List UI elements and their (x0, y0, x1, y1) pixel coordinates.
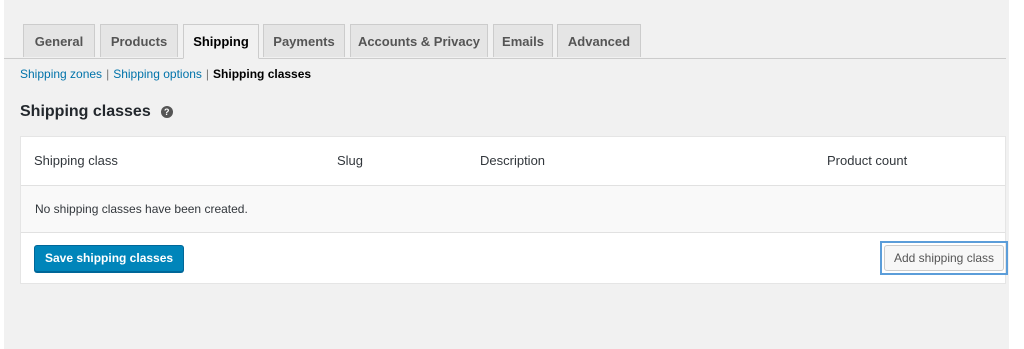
tab-general[interactable]: General (23, 24, 95, 57)
subnav-shipping-options-link[interactable]: Shipping options (113, 67, 202, 81)
tab-advanced[interactable]: Advanced (557, 24, 641, 57)
page-title: Shipping classes (20, 103, 151, 120)
subnav-shipping-classes-current: Shipping classes (213, 67, 312, 81)
tab-products[interactable]: Products (100, 24, 178, 57)
subnav-shipping-zones-link[interactable]: Shipping zones (20, 67, 102, 81)
settings-tabs: General Products Shipping Payments Accou… (4, 24, 1006, 59)
shipping-subnav: Shipping zones | Shipping options | Shipping… (20, 66, 311, 82)
shipping-classes-table: Shipping class Slug Description Product … (20, 136, 1008, 285)
subnav-separator: | (205, 67, 210, 81)
column-header-product-count: Product count (827, 153, 908, 168)
tab-shipping[interactable]: Shipping (183, 24, 259, 59)
focus-ring: Add shipping class (880, 241, 1008, 275)
column-header-shipping-class: Shipping class (34, 153, 118, 168)
save-shipping-classes-button[interactable]: Save shipping classes (34, 245, 185, 272)
add-shipping-class-button[interactable]: Add shipping class (884, 245, 1004, 271)
column-header-slug: Slug (337, 153, 364, 168)
settings-screen: General Products Shipping Payments Accou… (4, 0, 1009, 349)
table-header: Shipping class Slug Description Product … (21, 137, 1005, 186)
table-footer: Save shipping classes Add shipping class (21, 233, 1008, 285)
subnav-separator: | (106, 67, 110, 81)
tab-payments[interactable]: Payments (263, 24, 345, 57)
column-header-description: Description (480, 153, 546, 168)
help-icon[interactable]: ? (160, 106, 173, 118)
tab-accounts-privacy[interactable]: Accounts & Privacy (350, 24, 488, 57)
empty-state-row: No shipping classes have been created. (21, 186, 1005, 233)
tab-emails[interactable]: Emails (493, 24, 553, 57)
section-heading: Shipping classes ? (20, 101, 173, 123)
